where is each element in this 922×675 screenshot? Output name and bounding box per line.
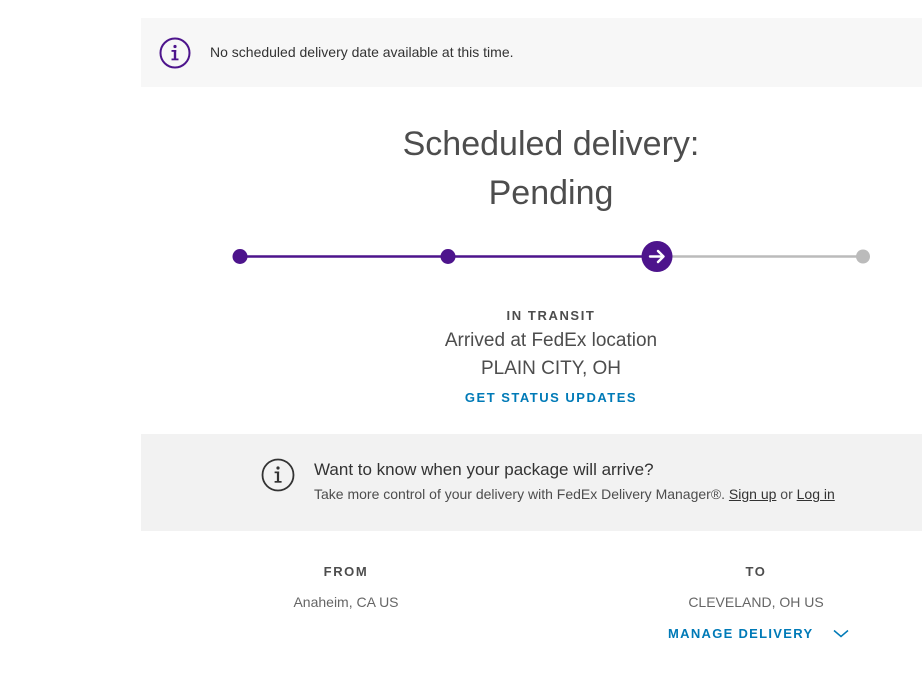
get-status-updates-link[interactable]: GET STATUS UPDATES xyxy=(465,390,637,405)
headline-line2: Pending xyxy=(488,174,614,212)
manage-delivery-label: MANAGE DELIVERY xyxy=(668,626,814,641)
alert-message: No scheduled delivery date available at … xyxy=(210,44,514,60)
delivery-manager-promo: Want to know when your package will arri… xyxy=(141,434,922,531)
promo-description: Take more control of your delivery with … xyxy=(314,486,726,502)
promo-text-line: Take more control of your delivery with … xyxy=(314,486,835,502)
shipment-tracking-page: No scheduled delivery date available at … xyxy=(0,0,922,675)
info-icon xyxy=(159,37,191,69)
promo-or-text: or xyxy=(780,486,793,502)
status-label: IN TRANSIT xyxy=(506,308,596,323)
step-dot-shipped xyxy=(440,249,456,264)
sign-up-link[interactable]: Sign up xyxy=(729,486,776,502)
headline-line1: Scheduled delivery: xyxy=(402,125,700,163)
delivery-date-alert: No scheduled delivery date available at … xyxy=(141,18,922,87)
status-block: IN TRANSIT Arrived at FedEx location PLA… xyxy=(141,308,922,407)
status-location: PLAIN CITY, OH xyxy=(480,358,622,379)
log-in-link[interactable]: Log in xyxy=(797,486,835,502)
from-value: Anaheim, CA US xyxy=(293,594,399,610)
progress-tracker-graphic xyxy=(232,241,870,272)
info-icon xyxy=(261,458,295,492)
step-dot-delivered xyxy=(856,249,870,264)
status-detail: Arrived at FedEx location xyxy=(444,330,658,351)
chevron-down-icon xyxy=(833,629,849,637)
from-label: FROM xyxy=(323,564,369,579)
step-dot-picked-up xyxy=(232,249,248,264)
step-current-in-transit xyxy=(641,241,673,272)
promo-title: Want to know when your package will arri… xyxy=(314,460,654,479)
scheduled-delivery-heading: Scheduled delivery: Pending xyxy=(141,120,922,218)
to-address: TO CLEVELAND, OH US xyxy=(636,564,876,610)
manage-delivery-button[interactable]: MANAGE DELIVERY xyxy=(668,626,849,641)
to-value: CLEVELAND, OH US xyxy=(688,594,824,610)
progress-tracker xyxy=(0,240,922,274)
from-address: FROM Anaheim, CA US xyxy=(226,564,466,610)
to-label: TO xyxy=(745,564,767,579)
